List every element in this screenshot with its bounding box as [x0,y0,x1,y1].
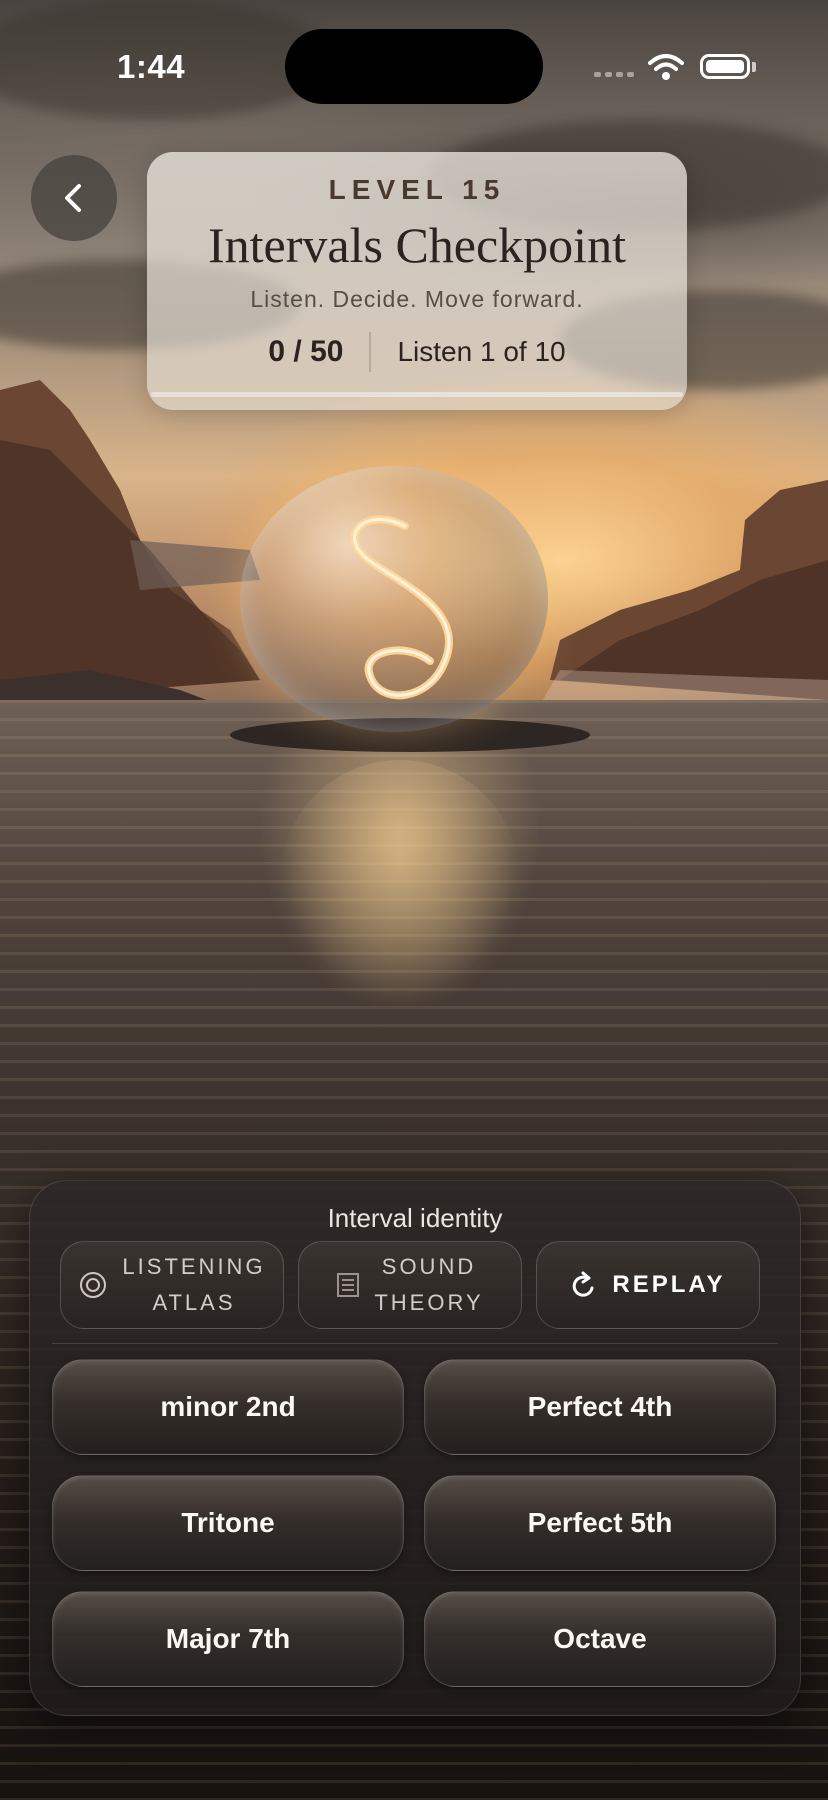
answer-tritone-button[interactable]: Tritone [52,1475,404,1571]
page-title: Intervals Checkpoint [208,217,626,273]
status-time: 1:44 [117,48,186,85]
replay-label: REPLAY [612,1271,726,1298]
glowing-swirl [350,515,453,700]
cellular-signal-icon [594,72,634,77]
sound-theory-label-line2: THEORY [374,1290,484,1315]
listening-atlas-label-line1: LISTENING [122,1254,266,1279]
stats-row: 0 / 50 Listen 1 of 10 [147,332,687,372]
battery-tip [752,62,756,72]
status-bar: 1:44 [0,0,828,120]
answer-octave-button[interactable]: Octave [424,1591,776,1687]
answer-perfect-5th-button[interactable]: Perfect 5th [424,1475,776,1571]
listen-counter: Listen 1 of 10 [397,336,566,367]
orb-reflection [280,760,520,1000]
panel-title: Interval identity [327,1203,503,1233]
target-icon [80,1272,107,1298]
tool-row: LISTENING ATLAS SOUND THEORY REPLAY [60,1241,760,1329]
answer-minor-2nd-button[interactable]: minor 2nd [52,1359,404,1455]
sound-theory-button[interactable]: SOUND THEORY [298,1241,522,1329]
book-icon [337,1273,360,1297]
listening-atlas-label: LISTENING ATLAS [122,1249,265,1321]
answer-perfect-4th-button[interactable]: Perfect 4th [424,1359,776,1455]
panel-divider [52,1343,778,1344]
answer-major-7th-button[interactable]: Major 7th [52,1591,404,1687]
battery-icon [700,54,750,79]
progress-bar [151,392,683,397]
answer-panel: Interval identity LISTENING ATLAS SOUND … [29,1180,801,1716]
page-subtitle: Listen. Decide. Move forward. [250,286,584,312]
replay-icon [573,1271,594,1297]
listening-atlas-label-line2: ATLAS [152,1290,236,1315]
wifi-icon [648,54,684,80]
level-label: LEVEL 15 [328,174,506,205]
listening-atlas-button[interactable]: LISTENING ATLAS [60,1241,284,1329]
replay-button[interactable]: REPLAY [536,1241,760,1329]
score-counter: 0 / 50 [268,335,344,368]
dynamic-island [285,29,543,104]
back-button[interactable] [31,155,117,241]
sound-theory-label-line1: SOUND [381,1254,477,1279]
level-header-card: LEVEL 15 Intervals Checkpoint Listen. De… [147,152,687,410]
answer-grid: minor 2nd Perfect 4th Tritone Perfect 5t… [52,1359,776,1687]
chevron-left-icon [65,184,81,212]
sound-theory-label: SOUND THEORY [374,1249,483,1321]
glass-orb [240,466,548,732]
